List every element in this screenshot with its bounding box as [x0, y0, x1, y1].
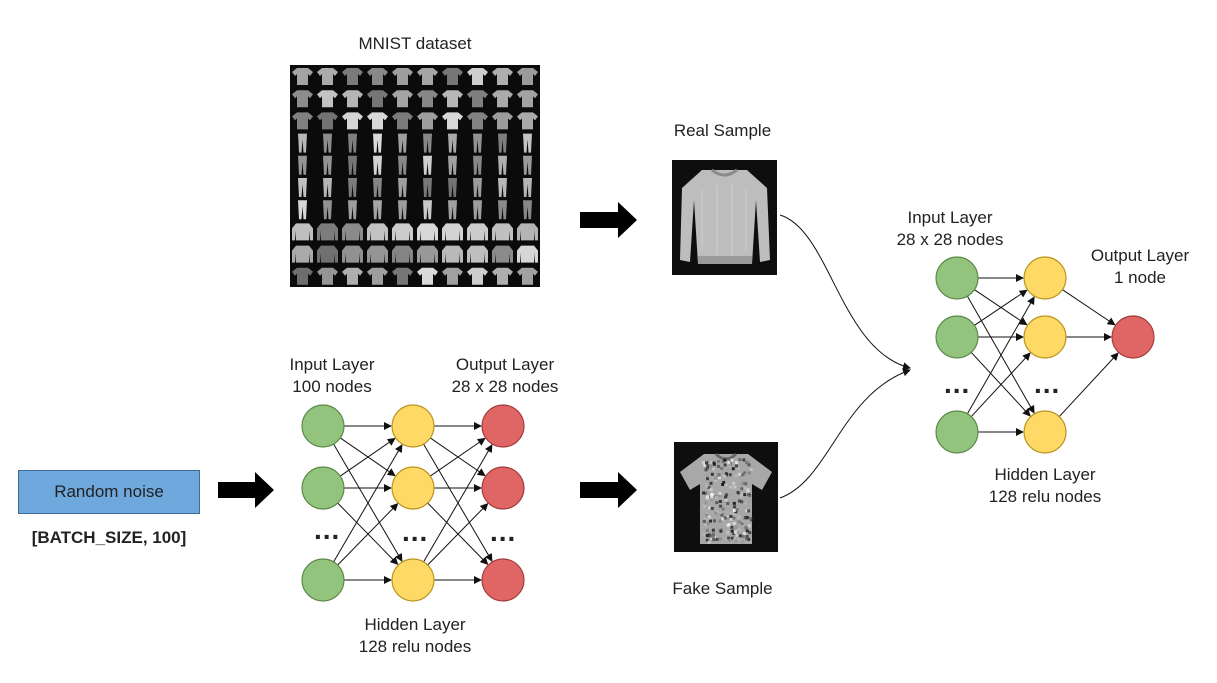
discriminator-nodes	[935, 256, 1155, 454]
gen-output-node	[481, 466, 525, 510]
gan-diagram	[218, 202, 1155, 602]
noise-to-generator-arrow	[218, 472, 274, 508]
gen-hidden-node	[391, 466, 435, 510]
disc-hidden-node	[1023, 315, 1067, 359]
gen-hidden-node	[391, 404, 435, 448]
disc-input-node	[935, 315, 979, 359]
disc-connection	[1062, 289, 1116, 326]
real-to-discriminator-curve	[779, 214, 911, 371]
gen-hidden-node	[391, 558, 435, 602]
generator-nodes	[301, 404, 525, 602]
disc-input-node	[935, 410, 979, 454]
disc-input-node	[935, 256, 979, 300]
gen-input-node	[301, 466, 345, 510]
disc-hidden-node	[1023, 256, 1067, 300]
gen-input-node	[301, 558, 345, 602]
mnist-to-real-arrow	[580, 202, 637, 238]
disc-connection	[1058, 352, 1119, 417]
disc-output-node	[1111, 315, 1155, 359]
disc-hidden-node	[1023, 410, 1067, 454]
fake-to-discriminator-curve	[779, 368, 911, 499]
gen-input-node	[301, 404, 345, 448]
gen-output-node	[481, 558, 525, 602]
gen-output-node	[481, 404, 525, 448]
generator-to-fake-arrow	[580, 472, 637, 508]
